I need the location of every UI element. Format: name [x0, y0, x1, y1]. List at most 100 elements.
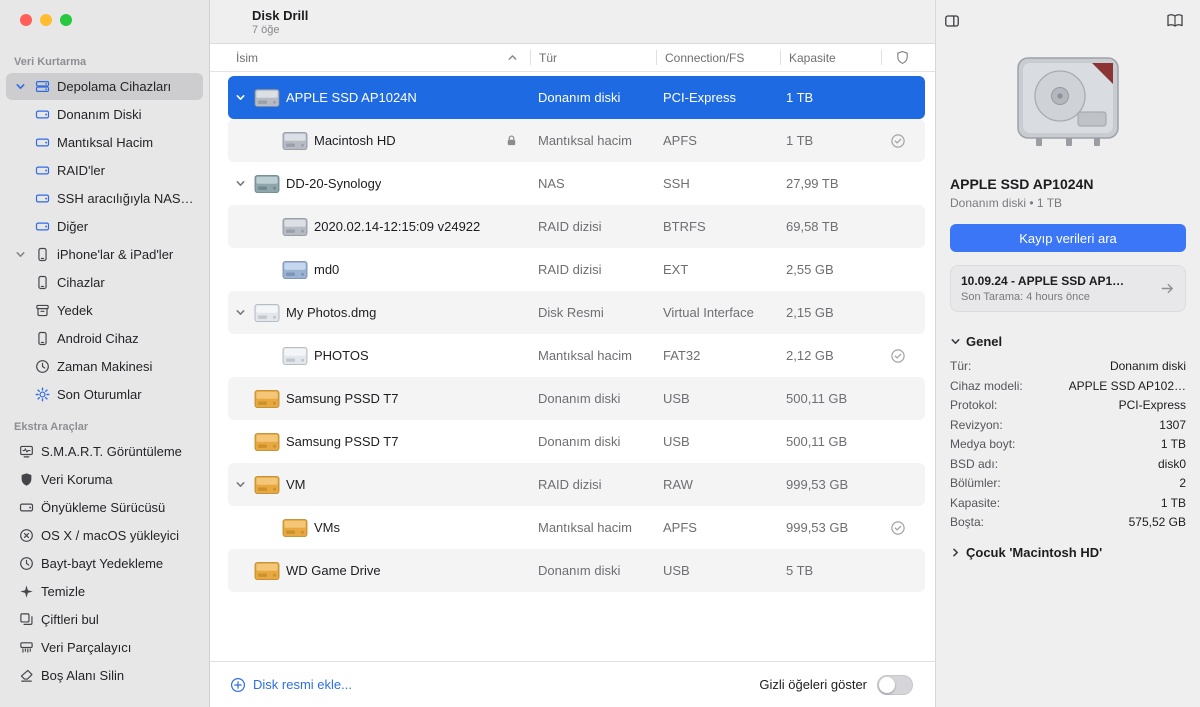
row-type: Donanım diski	[538, 563, 621, 578]
table-row[interactable]: DD-20-Synology NAS SSH 27,99 TB	[228, 162, 925, 205]
row-type: RAID dizisi	[538, 219, 602, 234]
sidebar-item-donanim-diski[interactable]: Donanım Diski	[6, 101, 203, 128]
scan-button[interactable]: Kayıp verileri ara	[950, 224, 1186, 252]
sidebar-item-diger[interactable]: Diğer	[6, 213, 203, 240]
drive-icon	[34, 106, 51, 123]
row-connection: Virtual Interface	[663, 305, 754, 320]
chevron-down-icon[interactable]	[232, 92, 248, 103]
chevron-down-icon[interactable]	[232, 479, 248, 490]
internal-drive-icon	[282, 216, 308, 238]
sidebar-item-zaman-makinesi[interactable]: Zaman Makinesi	[6, 353, 203, 380]
sidebar-item-ciftleri-bul[interactable]: Çiftleri bul	[6, 606, 203, 633]
toggle-panel-icon[interactable]	[944, 13, 960, 29]
property-value: 1 TB	[1160, 437, 1186, 451]
table-row[interactable]: APPLE SSD AP1024N Donanım diski PCI-Expres…	[228, 76, 925, 119]
sidebar-item-label: Android Cihaz	[57, 331, 139, 346]
table-row[interactable]: VM RAID dizisi RAW 999,53 GB	[228, 463, 925, 506]
sidebar-item-depolama-cihazlari[interactable]: Depolama Cihazları	[6, 73, 203, 100]
column-header-name[interactable]: İsim	[228, 44, 530, 71]
sidebar-sections: Veri Kurtarma Depolama Cihazları Donanım D…	[0, 44, 209, 689]
sidebar-item-yedek[interactable]: Yedek	[6, 297, 203, 324]
sidebar-item-cihazlar[interactable]: Cihazlar	[6, 269, 203, 296]
table-row[interactable]: 2020.02.14-12:15:09 v24922 RAID dizisi BTR…	[228, 205, 925, 248]
general-properties: Tür: Donanım diski Cihaz modeli: APPLE SSD …	[950, 357, 1186, 533]
chevron-down-icon	[12, 247, 28, 263]
sidebar-item-bos-alani-silin[interactable]: Boş Alanı Silin	[6, 662, 203, 689]
column-label-name: İsim	[236, 50, 258, 65]
name-cell: md0	[228, 259, 530, 281]
name-cell: My Photos.dmg	[228, 302, 530, 324]
table-row[interactable]: md0 RAID dizisi EXT 2,55 GB	[228, 248, 925, 291]
child-section-header[interactable]: Çocuk 'Macintosh HD'	[950, 545, 1186, 560]
name-cell: VM	[228, 474, 530, 496]
sidebar-item-label: Temizle	[41, 584, 86, 599]
sidebar-item-mantiksal-hacim[interactable]: Mantıksal Hacim	[6, 129, 203, 156]
chevron-down-icon[interactable]	[232, 178, 248, 189]
table-row[interactable]: PHOTOS Mantıksal hacim FAT32 2,12 GB	[228, 334, 925, 377]
close-window-button[interactable]	[20, 14, 32, 26]
sidebar-item-label: Donanım Diski	[57, 107, 142, 122]
column-header-status[interactable]	[882, 44, 922, 71]
image-drive-icon	[282, 345, 308, 367]
sidebar-item-iphonelar-ipadler[interactable]: iPhone'lar & iPad'ler	[6, 241, 203, 268]
child-section-title: Çocuk 'Macintosh HD'	[966, 544, 1103, 560]
disk-drill-window: Veri Kurtarma Depolama Cihazları Donanım D…	[0, 0, 1200, 707]
archive-icon	[34, 302, 51, 319]
row-type: Donanım diski	[538, 391, 621, 406]
item-count: 7 öğe	[252, 23, 280, 36]
raid-drive-icon	[282, 259, 308, 281]
sidebar-item-raidler[interactable]: RAID'ler	[6, 157, 203, 184]
column-header-capacity[interactable]: Kapasite	[781, 44, 881, 71]
column-header-type[interactable]: Tür	[531, 44, 656, 71]
sidebar-item-label: Yedek	[57, 303, 93, 318]
row-connection: USB	[663, 434, 690, 449]
documentation-icon[interactable]	[1166, 13, 1184, 29]
show-hidden-switch[interactable]	[877, 674, 913, 695]
table-row[interactable]: VMs Mantıksal hacim APFS 999,53 GB	[228, 506, 925, 549]
table-row[interactable]: Samsung PSSD T7 Donanım diski USB 500,11 GB	[228, 377, 925, 420]
device-title: APPLE SSD AP1024N	[950, 176, 1094, 192]
window-title: Disk Drill	[252, 7, 309, 23]
sidebar-item-smart-goruntuleme[interactable]: S.M.A.R.T. Görüntüleme	[6, 438, 203, 465]
sidebar-item-ssh-araciligiyla-nas[interactable]: SSH aracılığıyla NAS…	[6, 185, 203, 212]
add-disk-image-label: Disk resmi ekle...	[253, 677, 352, 692]
eraser-icon	[18, 667, 35, 684]
row-name: VM	[286, 477, 306, 492]
sidebar-item-veri-koruma[interactable]: Veri Koruma	[6, 466, 203, 493]
sidebar-item-osx-macos-yukleyici[interactable]: OS X / macOS yükleyici	[6, 522, 203, 549]
minimize-window-button[interactable]	[40, 14, 52, 26]
table-row[interactable]: Samsung PSSD T7 Donanım diski USB 500,11 GB	[228, 420, 925, 463]
row-connection: EXT	[663, 262, 689, 277]
column-label-capacity: Kapasite	[789, 50, 836, 65]
clock-icon	[18, 555, 35, 572]
table-row[interactable]: My Photos.dmg Disk Resmi Virtual Interface…	[228, 291, 925, 334]
property-row: Tür: Donanım diski	[950, 357, 1186, 377]
name-cell: 2020.02.14-12:15:09 v24922	[228, 216, 530, 238]
table-row[interactable]: Macintosh HD Mantıksal hacim APFS 1 TB	[228, 119, 925, 162]
property-row: Revizyon: 1307	[950, 416, 1186, 436]
column-label-type: Tür	[539, 50, 557, 65]
sidebar-item-label: Bayt-bayt Yedekleme	[41, 556, 164, 571]
fullscreen-window-button[interactable]	[60, 14, 72, 26]
sidebar-item-temizle[interactable]: Temizle	[6, 578, 203, 605]
add-disk-image-button[interactable]: Disk resmi ekle...	[230, 677, 352, 693]
drive-icon	[34, 134, 51, 151]
chevron-down-icon	[950, 336, 961, 347]
last-session-card[interactable]: 10.09.24 - APPLE SSD AP1… Son Tarama: 4 …	[950, 265, 1186, 312]
column-header-connection[interactable]: Connection/FS	[657, 44, 780, 71]
main-content: Disk Drill 7 öğe İsim Tür Connection/FS …	[210, 0, 935, 707]
general-section-header[interactable]: Genel	[950, 334, 1186, 349]
row-name: Macintosh HD	[314, 133, 396, 148]
sidebar-item-veri-parcalayici[interactable]: Veri Parçalayıcı	[6, 634, 203, 661]
sidebar-item-bayt-bayt-yedekleme[interactable]: Bayt-bayt Yedekleme	[6, 550, 203, 577]
sidebar-item-son-oturumlar[interactable]: Son Oturumlar	[6, 381, 203, 408]
property-row: Bölümler: 2	[950, 474, 1186, 494]
property-row: Kapasite: 1 TB	[950, 494, 1186, 514]
sidebar-item-label: Önyükleme Sürücüsü	[41, 500, 166, 515]
sidebar-item-onyukleme-surucusu[interactable]: Önyükleme Sürücüsü	[6, 494, 203, 521]
sidebar-item-android-cihaz[interactable]: Android Cihaz	[6, 325, 203, 352]
external-drive-icon	[254, 474, 280, 496]
row-capacity: 999,53 GB	[786, 520, 849, 535]
table-row[interactable]: WD Game Drive Donanım diski USB 5 TB	[228, 549, 925, 592]
chevron-down-icon[interactable]	[232, 307, 248, 318]
